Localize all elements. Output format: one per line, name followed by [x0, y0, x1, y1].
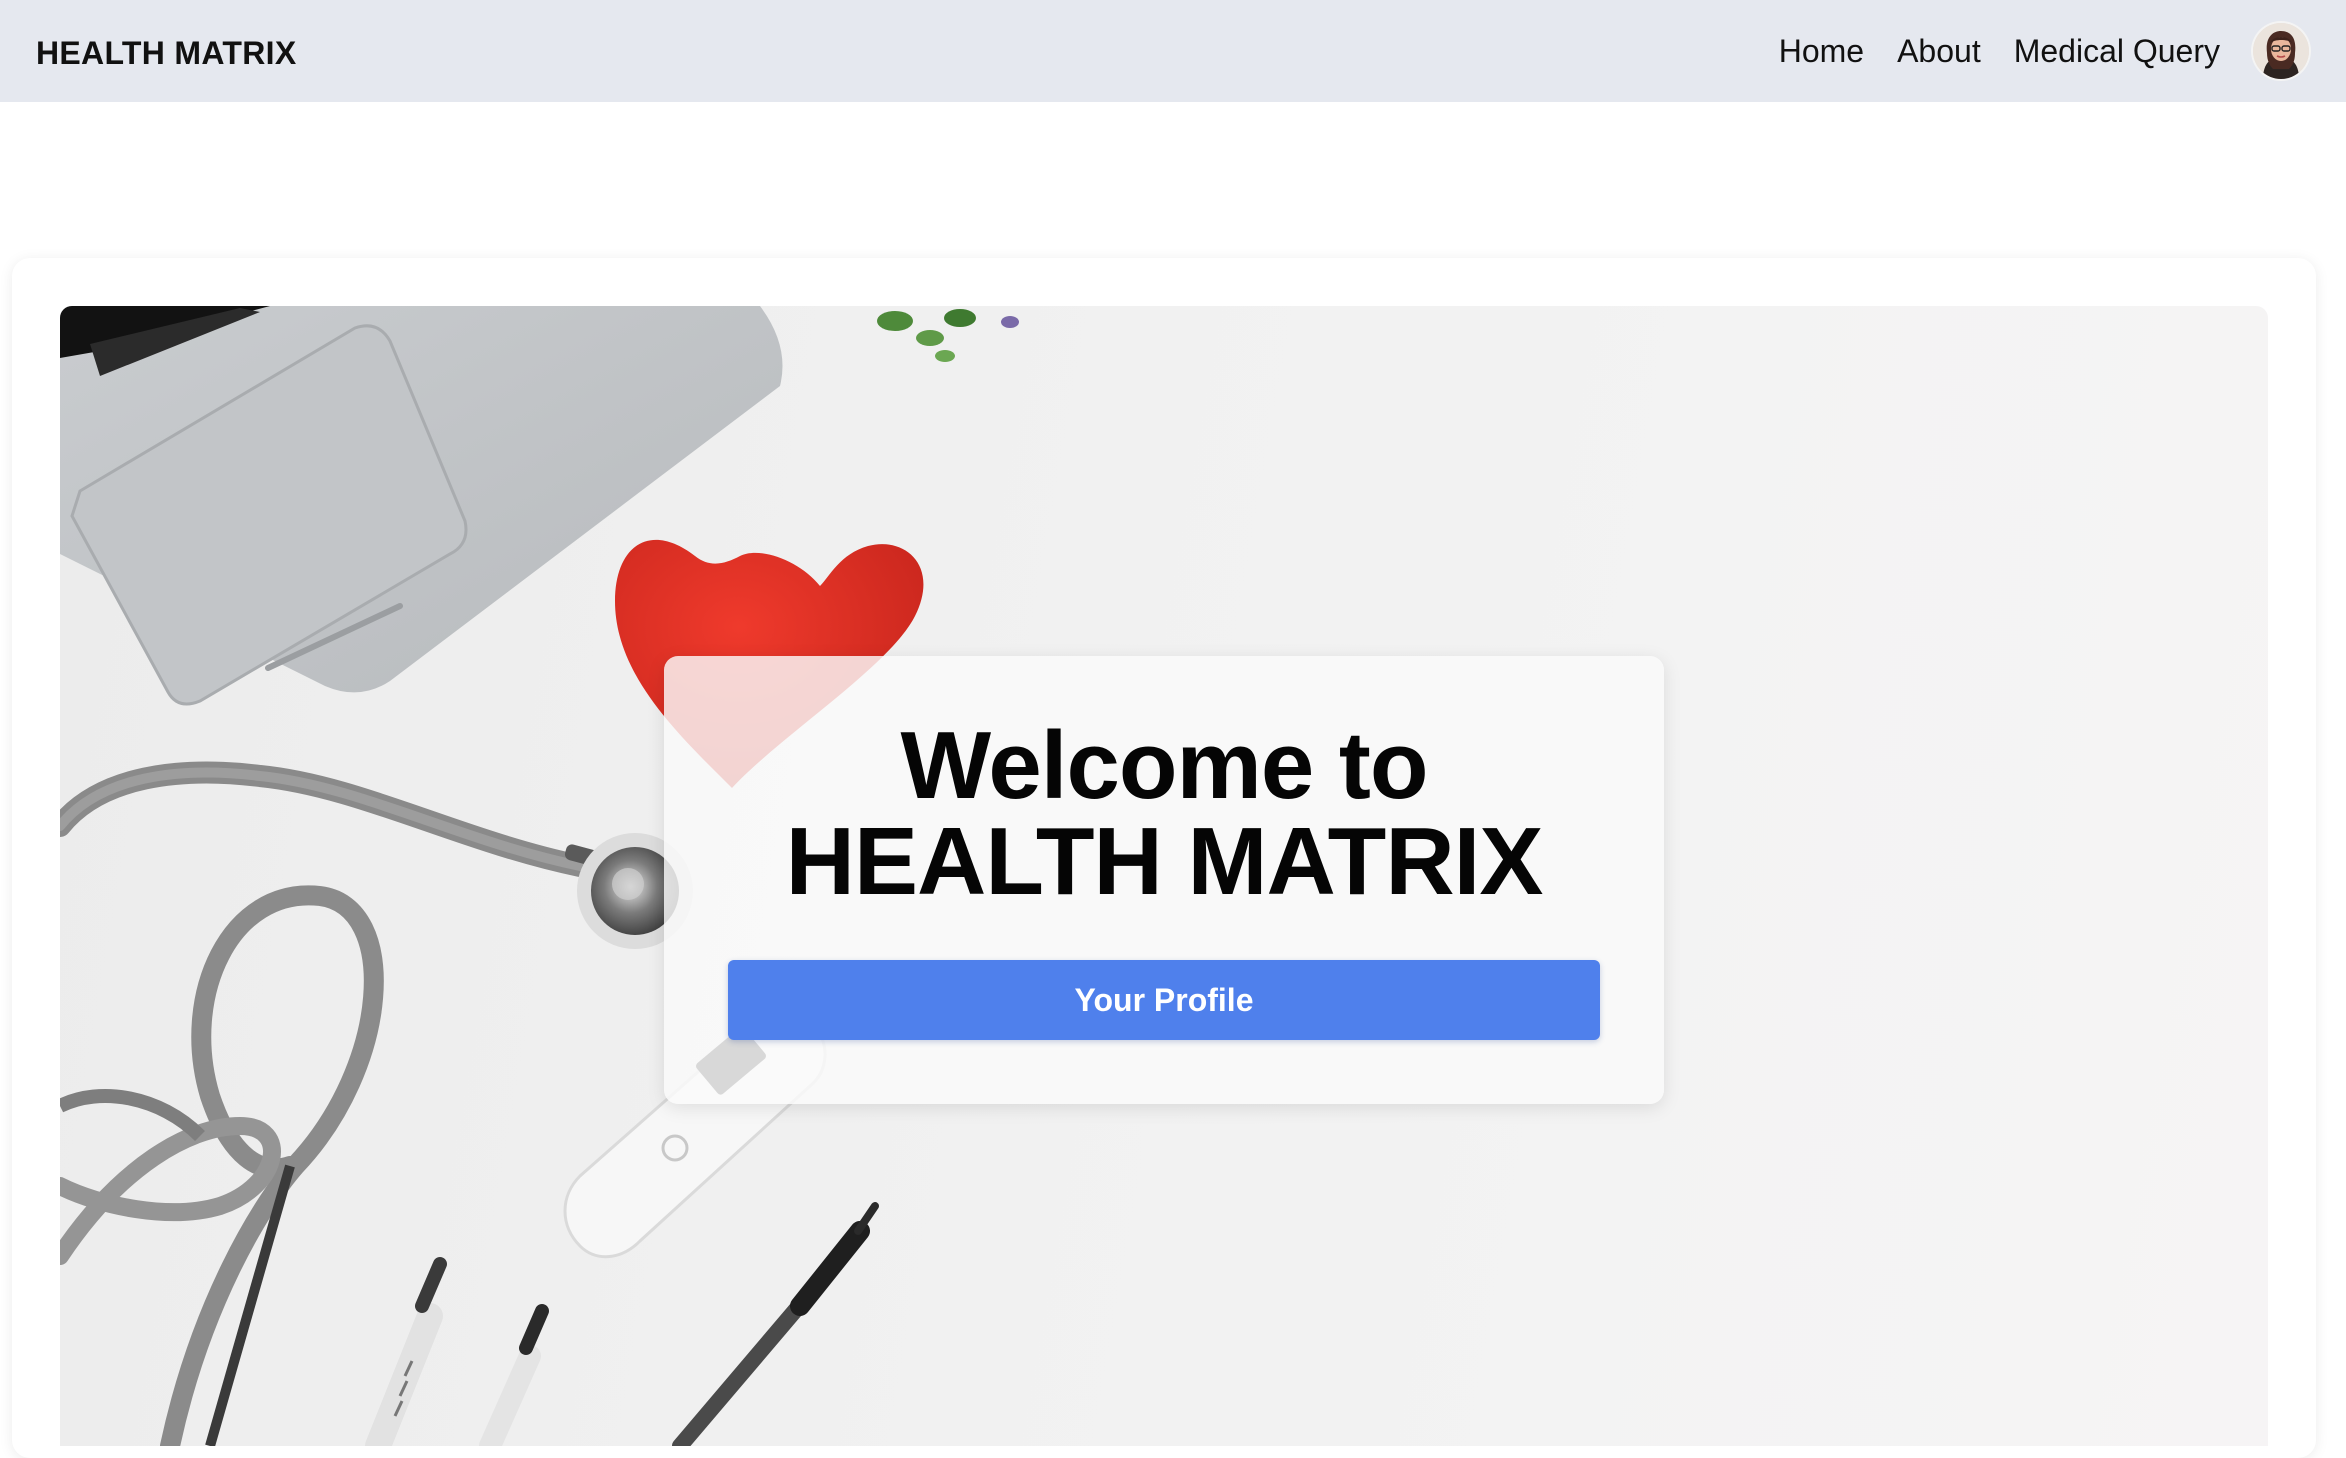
- welcome-heading: Welcome to HEALTH MATRIX: [664, 718, 1664, 910]
- top-navbar: HEALTH MATRIX Home About Medical Query: [0, 0, 2346, 102]
- nav-links: Home About Medical Query: [1779, 23, 2310, 79]
- welcome-heading-line2: HEALTH MATRIX: [785, 808, 1544, 915]
- welcome-heading-line1: Welcome to: [900, 712, 1429, 819]
- brand-logo-text[interactable]: HEALTH MATRIX: [36, 35, 296, 72]
- nav-link-home[interactable]: Home: [1779, 33, 1864, 70]
- plant-leaves: [877, 309, 1019, 362]
- nav-link-about[interactable]: About: [1897, 33, 1981, 70]
- your-profile-button[interactable]: Your Profile: [728, 960, 1600, 1040]
- user-avatar-icon[interactable]: [2253, 23, 2309, 79]
- nav-link-medical-query[interactable]: Medical Query: [2014, 33, 2220, 70]
- welcome-panel: Welcome to HEALTH MATRIX Your Profile: [664, 656, 1664, 1104]
